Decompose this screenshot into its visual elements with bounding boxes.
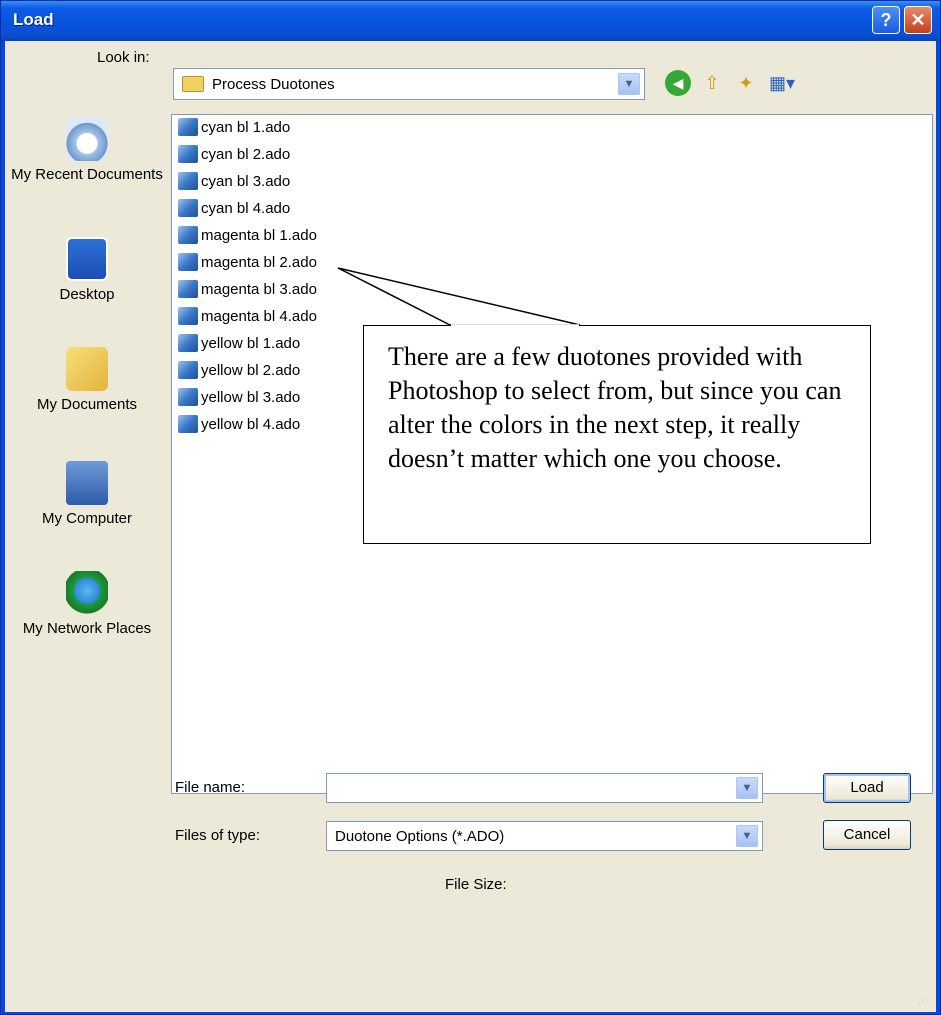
ado-file-icon xyxy=(178,253,198,271)
my-documents-icon xyxy=(66,347,108,391)
place-label: My Computer xyxy=(41,510,133,527)
list-item[interactable]: cyan bl 3.ado xyxy=(178,171,290,193)
place-label: My Network Places xyxy=(22,620,152,637)
file-name-input[interactable]: ▼ xyxy=(326,773,763,803)
file-name: yellow bl 1.ado xyxy=(201,335,301,352)
network-places-icon xyxy=(66,571,108,615)
up-folder-icon[interactable]: ⇧ xyxy=(699,70,725,96)
look-in-value: Process Duotones xyxy=(212,76,335,93)
place-recent-documents[interactable]: My Recent Documents xyxy=(9,117,165,184)
ado-file-icon xyxy=(178,334,198,352)
list-item[interactable]: yellow bl 1.ado xyxy=(178,333,300,355)
place-desktop[interactable]: Desktop xyxy=(9,237,165,304)
file-name: magenta bl 2.ado xyxy=(201,254,317,271)
chevron-down-icon[interactable]: ▼ xyxy=(618,73,640,95)
desktop-icon xyxy=(66,237,108,281)
place-network[interactable]: My Network Places xyxy=(9,571,165,638)
file-name: cyan bl 3.ado xyxy=(201,173,291,190)
back-icon[interactable]: ◀ xyxy=(665,70,691,96)
dialog-title: Load xyxy=(13,10,54,29)
ado-file-icon xyxy=(178,172,198,190)
place-label: My Recent Documents xyxy=(11,166,163,183)
ado-file-icon xyxy=(178,145,198,163)
callout-text: There are a few duotones provided with P… xyxy=(388,342,842,473)
files-of-type-dropdown[interactable]: Duotone Options (*.ADO) ▼ xyxy=(326,821,763,851)
ado-file-icon xyxy=(178,388,198,406)
help-button[interactable]: ? xyxy=(872,6,900,34)
file-name: yellow bl 2.ado xyxy=(201,362,301,379)
close-button[interactable]: ✕ xyxy=(904,6,932,34)
files-of-type-value: Duotone Options (*.ADO) xyxy=(335,828,505,845)
files-of-type-label: Files of type: xyxy=(175,827,261,844)
resize-grip[interactable]: ⋰ xyxy=(918,996,928,1006)
new-folder-icon[interactable]: ✦ xyxy=(733,70,759,96)
recent-documents-icon xyxy=(66,117,108,161)
file-name: magenta bl 1.ado xyxy=(201,227,317,244)
load-button[interactable]: Load xyxy=(823,773,911,803)
ado-file-icon xyxy=(178,307,198,325)
list-item[interactable]: cyan bl 4.ado xyxy=(178,198,290,220)
ado-file-icon xyxy=(178,280,198,298)
list-item[interactable]: magenta bl 1.ado xyxy=(178,225,317,247)
my-computer-icon xyxy=(66,461,108,505)
list-item[interactable]: cyan bl 1.ado xyxy=(178,117,290,139)
place-label: My Documents xyxy=(36,396,138,413)
file-name: yellow bl 3.ado xyxy=(201,389,301,406)
file-name-label: File name: xyxy=(175,779,246,796)
place-my-documents[interactable]: My Documents xyxy=(9,347,165,414)
ado-file-icon xyxy=(178,361,198,379)
views-menu-icon[interactable]: ▦▾ xyxy=(769,70,795,96)
file-name: cyan bl 4.ado xyxy=(201,200,291,217)
title-bar[interactable]: Load ? ✕ xyxy=(1,1,940,41)
file-name: magenta bl 3.ado xyxy=(201,281,317,298)
list-item[interactable]: magenta bl 3.ado xyxy=(178,279,317,301)
file-name: yellow bl 4.ado xyxy=(201,416,301,433)
ado-file-icon xyxy=(178,415,198,433)
list-item[interactable]: yellow bl 4.ado xyxy=(178,414,300,436)
list-item[interactable]: magenta bl 2.ado xyxy=(178,252,317,274)
chevron-down-icon[interactable]: ▼ xyxy=(736,777,758,799)
ado-file-icon xyxy=(178,226,198,244)
annotation-callout: There are a few duotones provided with P… xyxy=(363,325,871,544)
list-item[interactable]: cyan bl 2.ado xyxy=(178,144,290,166)
look-in-dropdown[interactable]: Process Duotones ▼ xyxy=(173,68,645,100)
list-item[interactable]: magenta bl 4.ado xyxy=(178,306,317,328)
look-in-label: Look in: xyxy=(97,49,150,66)
list-item[interactable]: yellow bl 2.ado xyxy=(178,360,300,382)
file-size-label: File Size: xyxy=(445,876,507,893)
folder-icon xyxy=(182,76,204,92)
place-my-computer[interactable]: My Computer xyxy=(9,461,165,528)
ado-file-icon xyxy=(178,118,198,136)
file-name: magenta bl 4.ado xyxy=(201,308,317,325)
chevron-down-icon[interactable]: ▼ xyxy=(736,825,758,847)
cancel-button[interactable]: Cancel xyxy=(823,820,911,850)
file-name: cyan bl 2.ado xyxy=(201,146,291,163)
list-item[interactable]: yellow bl 3.ado xyxy=(178,387,300,409)
file-name: cyan bl 1.ado xyxy=(201,119,291,136)
ado-file-icon xyxy=(178,199,198,217)
place-label: Desktop xyxy=(59,286,115,303)
